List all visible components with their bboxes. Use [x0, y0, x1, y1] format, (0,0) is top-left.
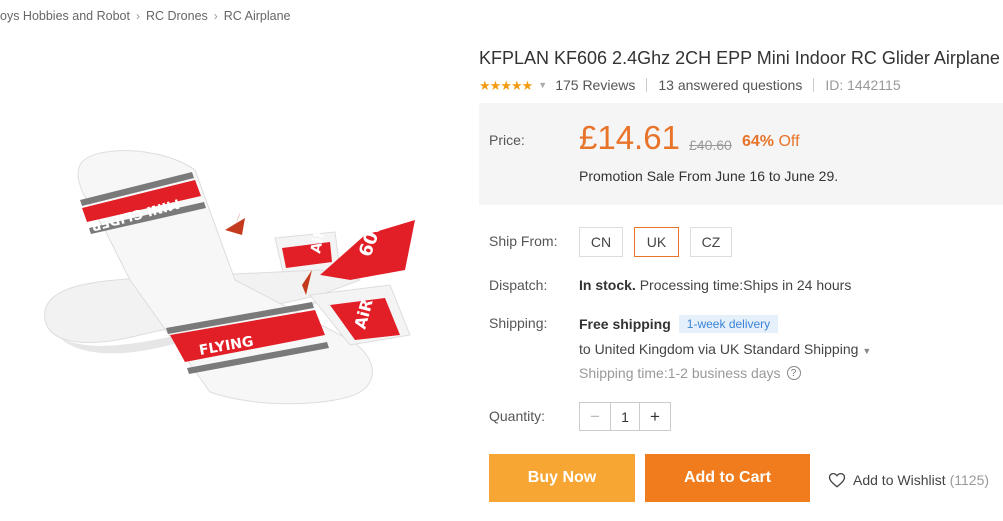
quantity-label: Quantity:	[489, 408, 546, 424]
price-label: Price:	[489, 132, 525, 148]
quantity-input[interactable]: 1	[610, 403, 640, 430]
quantity-stepper: − 1 +	[579, 402, 671, 431]
free-shipping: Free shipping	[579, 316, 671, 332]
shipping-time: Shipping time: 1-2 business days ?	[579, 365, 801, 381]
product-image[interactable]: AiR 606 MINI GLIDER FLYING AiR	[20, 130, 440, 420]
ship-from-label: Ship From:	[489, 233, 558, 249]
add-to-cart-button[interactable]: Add to Cart	[645, 454, 810, 502]
star-icon: ★	[479, 77, 491, 93]
breadcrumb: oys Hobbies and Robot › RC Drones › RC Airpl…	[0, 9, 290, 23]
shipping-destination: to United Kingdom via UK Standard Shippi…	[579, 341, 859, 357]
ship-from-uk[interactable]: UK	[634, 227, 679, 257]
wishlist-label: Add to Wishlist	[853, 472, 946, 488]
star-icon: ★	[500, 77, 512, 93]
product-title: KFPLAN KF606 2.4Ghz 2CH EPP Mini Indoor …	[479, 48, 1000, 68]
star-icon: ★	[521, 77, 534, 93]
buy-now-button[interactable]: Buy Now	[489, 454, 635, 502]
dispatch-label: Dispatch:	[489, 277, 548, 293]
processing-time: Processing time:Ships in 24 hours	[639, 277, 852, 293]
propeller-front	[225, 213, 245, 235]
ship-from-options: CN UK CZ	[579, 227, 732, 257]
shipping-time-label: Shipping time:	[579, 365, 668, 381]
heart-icon	[828, 472, 846, 488]
wishlist-count: (1125)	[949, 472, 990, 488]
divider	[646, 78, 648, 92]
shipping-time-value: 1-2 business days	[667, 365, 781, 381]
current-price: £14.61	[579, 119, 680, 156]
questions-link[interactable]: 13 answered questions	[658, 77, 802, 93]
question-icon[interactable]: ?	[786, 366, 801, 380]
ship-from-cn[interactable]: CN	[579, 227, 623, 257]
quantity-decrease-button[interactable]: −	[580, 403, 610, 430]
star-icon: ★	[489, 77, 502, 93]
promotion-text: Promotion Sale From June 16 to June 29.	[579, 168, 839, 184]
add-to-wishlist-button[interactable]: Add to Wishlist (1125)	[828, 471, 989, 489]
shipping-label: Shipping:	[489, 315, 548, 331]
original-price: £40.60	[689, 137, 732, 153]
chevron-down-icon: ▼	[862, 346, 872, 356]
product-id: ID: 1442115	[825, 77, 901, 93]
shipping-method-select[interactable]: to United Kingdom via UK Standard Shippi…	[579, 341, 871, 357]
divider	[813, 78, 815, 92]
breadcrumb-item-rc-drones[interactable]: RC Drones	[146, 9, 208, 23]
discount-suffix: Off	[778, 133, 800, 150]
quantity-increase-button[interactable]: +	[640, 403, 670, 430]
breadcrumb-item-rc-airplane[interactable]: RC Airplane	[224, 9, 291, 23]
chevron-down-icon[interactable]: ▼	[538, 80, 547, 90]
discount-badge: 64% Off	[742, 133, 800, 151]
breadcrumb-item-hobbies[interactable]: oys Hobbies and Robot	[0, 9, 130, 23]
reviews-link[interactable]: 175 Reviews	[555, 77, 635, 93]
delivery-badge: 1-week delivery	[678, 315, 779, 333]
ship-from-cz[interactable]: CZ	[690, 227, 732, 257]
discount-percent: 64%	[742, 133, 775, 150]
shipping-summary: Free shipping 1-week delivery	[579, 315, 779, 333]
breadcrumb-separator: ›	[135, 9, 140, 23]
stock-status: In stock.	[579, 277, 636, 293]
rating-stars[interactable]: ★ ★ ★ ★ ★ ▼	[479, 79, 555, 92]
star-icon: ★	[510, 77, 523, 93]
breadcrumb-separator: ›	[213, 9, 218, 23]
dispatch-info: In stock. Processing time:Ships in 24 ho…	[579, 277, 851, 293]
product-meta: ★ ★ ★ ★ ★ ▼ 175 Reviews 13 answered ques…	[479, 77, 901, 93]
price-box: Price: £14.61 £40.60 64% Off Promotion S…	[479, 103, 1003, 205]
